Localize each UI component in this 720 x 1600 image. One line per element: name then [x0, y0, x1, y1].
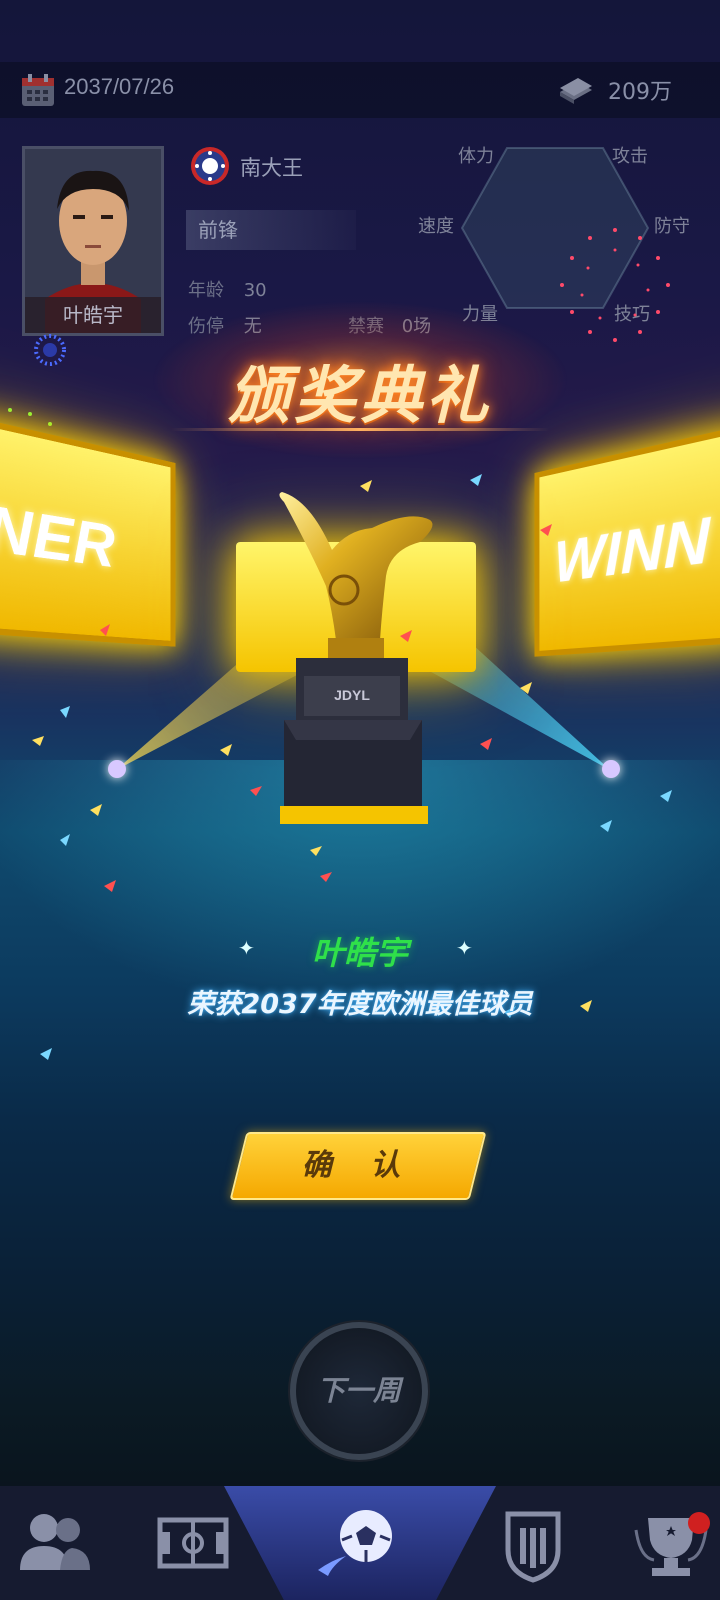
- confirm-button-label[interactable]: 确 认: [238, 1132, 478, 1200]
- next-week-label[interactable]: 下一周: [290, 1322, 428, 1460]
- age-stat: 年龄 30: [188, 276, 267, 302]
- radar-label-attack: 攻击: [612, 146, 648, 167]
- radar-label-stamina: 体力: [458, 146, 494, 167]
- club-name: 南大王: [240, 156, 303, 180]
- match-icon[interactable]: [312, 1500, 402, 1586]
- club-badge-icon: [191, 147, 229, 185]
- money-amount: 209万: [608, 80, 672, 105]
- game-screen: 2037/07/26 209万 叶皓宇 南大王 前锋 年龄 30 伤停 无: [0, 0, 720, 1600]
- calendar-icon: [22, 74, 54, 106]
- age-value: 30: [243, 280, 267, 301]
- player-position: 前锋: [186, 210, 356, 250]
- cash-icon: [560, 78, 592, 104]
- notification-badge: [688, 1512, 710, 1534]
- club-emblem-icon[interactable]: [488, 1500, 578, 1586]
- radar-label-speed: 速度: [418, 216, 454, 237]
- award-description: 荣获2037年度欧洲最佳球员: [187, 989, 533, 1020]
- ceremony-title: 颁奖典礼: [227, 359, 492, 432]
- age-label: 年龄: [188, 280, 224, 301]
- portrait-player-name: 叶皓宇: [25, 297, 161, 333]
- title-underline: [170, 428, 550, 431]
- pitch-icon[interactable]: [148, 1500, 238, 1586]
- winner-name: 叶皓宇: [311, 934, 408, 972]
- current-date: 2037/07/26: [64, 74, 175, 99]
- players-icon[interactable]: [10, 1500, 100, 1586]
- player-portrait[interactable]: 叶皓宇: [22, 146, 164, 336]
